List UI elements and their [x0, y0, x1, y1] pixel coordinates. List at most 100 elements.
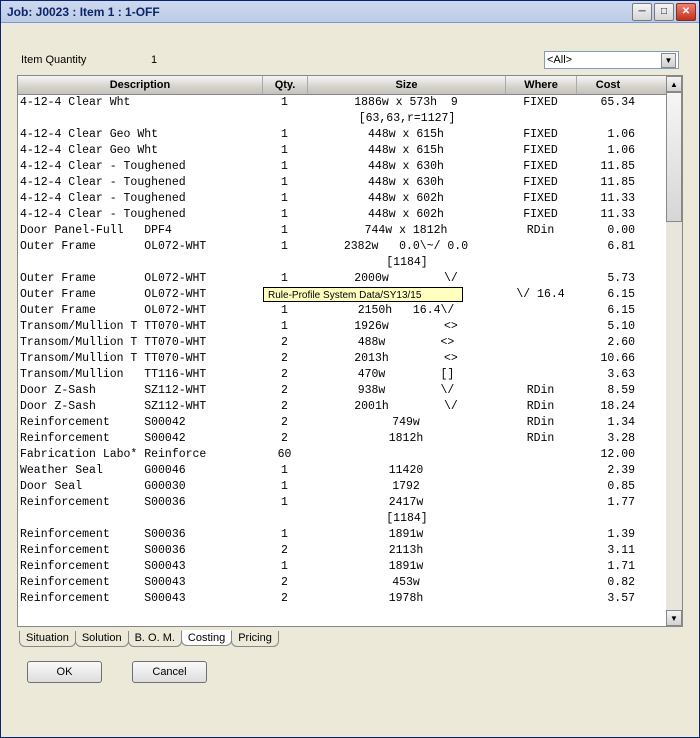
cancel-button[interactable]: Cancel [132, 661, 207, 683]
cell-size: 2382w 0.0\~/ 0.0 [308, 239, 506, 255]
cell-where [506, 447, 577, 463]
table-row[interactable]: Reinforcement S0003611891w1.39 [18, 527, 666, 543]
cell-cost: 1.34 [577, 415, 639, 431]
cell-qty: 60 [263, 447, 308, 463]
table-row[interactable]: 4-12-4 Clear - Toughened1448w x 602hFIXE… [18, 207, 666, 223]
vertical-scrollbar[interactable]: ▲ ▼ [666, 76, 682, 626]
table-row[interactable]: 4-12-4 Clear Wht11886w x 573h 9FIXED65.3… [18, 95, 666, 111]
cell-description: Reinforcement S00043 [18, 591, 263, 607]
cell-where [506, 367, 577, 383]
cell-qty: 1 [263, 559, 308, 575]
cell-where: FIXED [506, 95, 577, 111]
scroll-down-icon[interactable]: ▼ [666, 610, 682, 626]
table-row[interactable]: Transom/Mullion T TT070-WHT22013h <>10.6… [18, 351, 666, 367]
cell-qty: 2 [263, 351, 308, 367]
cell-where: FIXED [506, 175, 577, 191]
minimize-button[interactable]: ─ [632, 3, 652, 21]
cell-description: Outer Frame OL072-WHT [18, 303, 263, 319]
cell-size: 448w x 615h [308, 127, 506, 143]
cell-cost: 0.82 [577, 575, 639, 591]
col-where[interactable]: Where [506, 76, 577, 94]
filter-combo[interactable]: <All> ▼ [544, 51, 679, 69]
table-row[interactable]: Reinforcement S0004321978h3.57 [18, 591, 666, 607]
cell-description: Door Z-Sash SZ112-WHT [18, 383, 263, 399]
ok-button[interactable]: OK [27, 661, 102, 683]
cell-qty: 2 [263, 383, 308, 399]
table-row[interactable]: 4-12-4 Clear Geo Wht1448w x 615hFIXED1.0… [18, 143, 666, 159]
table-row[interactable]: Reinforcement S000422749wRDin1.34 [18, 415, 666, 431]
tab-solution[interactable]: Solution [75, 631, 129, 647]
cell-where: RDin [506, 415, 577, 431]
close-button[interactable]: ✕ [676, 3, 696, 21]
cell-qty: 1 [263, 463, 308, 479]
cell-where [506, 527, 577, 543]
table-row[interactable]: Transom/Mullion T TT070-WHT11926w <>5.10 [18, 319, 666, 335]
table-row[interactable]: 4-12-4 Clear - Toughened1448w x 602hFIXE… [18, 191, 666, 207]
cell-qty: 2 [263, 367, 308, 383]
table-subrow: [63,63,r=1127] [18, 111, 666, 127]
cell-where [506, 239, 577, 255]
table-row[interactable]: Reinforcement S000432453w0.82 [18, 575, 666, 591]
cell-size: 2001h \/ [308, 399, 506, 415]
chevron-down-icon[interactable]: ▼ [661, 53, 676, 68]
cell-description: Transom/Mullion TT116-WHT [18, 367, 263, 383]
col-qty[interactable]: Qty. [263, 76, 308, 94]
cell-description: 4-12-4 Clear - Toughened [18, 175, 263, 191]
table-row[interactable]: Weather Seal G000461114202.39 [18, 463, 666, 479]
cell-description: Door Panel-Full DPF4 [18, 223, 263, 239]
cell-qty: 2 [263, 431, 308, 447]
table-row[interactable]: Outer Frame OL072-WHT12150h 16.4\/6.15 [18, 303, 666, 319]
cell-where: FIXED [506, 143, 577, 159]
table-row[interactable]: Transom/Mullion T TT070-WHT2488w <>2.60 [18, 335, 666, 351]
col-size[interactable]: Size [308, 76, 506, 94]
cell-qty: 1 [263, 191, 308, 207]
table-row[interactable]: 4-12-4 Clear - Toughened1448w x 630hFIXE… [18, 159, 666, 175]
table-row[interactable]: Reinforcement S0003622113h3.11 [18, 543, 666, 559]
table-subrow: [1184] [18, 255, 666, 271]
cell-where [506, 463, 577, 479]
table-row[interactable]: Reinforcement S0004221812hRDin3.28 [18, 431, 666, 447]
cell-where [506, 335, 577, 351]
scroll-thumb[interactable] [666, 92, 682, 222]
table-row[interactable]: Outer Frame OL072-WHT12382w 0.0\~/ 0.06.… [18, 239, 666, 255]
cell-where: RDin [506, 223, 577, 239]
table-row[interactable]: Reinforcement S0003612417w1.77 [18, 495, 666, 511]
table-row[interactable]: Reinforcement S0004311891w1.71 [18, 559, 666, 575]
cell-where: FIXED [506, 207, 577, 223]
maximize-button[interactable]: □ [654, 3, 674, 21]
scroll-up-icon[interactable]: ▲ [666, 76, 682, 92]
cell-qty: 1 [263, 175, 308, 191]
cell-qty: 1 [263, 303, 308, 319]
col-cost[interactable]: Cost [577, 76, 639, 94]
table-row[interactable]: Outer Frame OL072-WHTRule-Profile System… [18, 287, 666, 303]
tab-bom[interactable]: B. O. M. [128, 631, 182, 647]
table-row[interactable]: 4-12-4 Clear - Toughened1448w x 630hFIXE… [18, 175, 666, 191]
table-row[interactable]: Door Seal G00030117920.85 [18, 479, 666, 495]
cell-size: 938w \/ [308, 383, 506, 399]
tab-costing[interactable]: Costing [181, 630, 232, 646]
button-row: OK Cancel [27, 661, 683, 683]
scroll-track[interactable] [666, 92, 682, 610]
grid-body: 4-12-4 Clear Wht11886w x 573h 9FIXED65.3… [18, 95, 666, 626]
window: Job: J0023 : Item 1 : 1-OFF ─ □ ✕ Item Q… [0, 0, 700, 738]
cell-size: 2000w \/ [308, 271, 506, 287]
table-row[interactable]: Door Z-Sash SZ112-WHT22001h \/RDin18.24 [18, 399, 666, 415]
tab-pricing[interactable]: Pricing [231, 631, 279, 647]
table-row[interactable]: Door Z-Sash SZ112-WHT2938w \/RDin8.59 [18, 383, 666, 399]
cell-description: Reinforcement S00042 [18, 431, 263, 447]
cell-where [506, 495, 577, 511]
table-row[interactable]: Fabrication Labo* Reinforce6012.00 [18, 447, 666, 463]
cell-cost: 3.28 [577, 431, 639, 447]
table-row[interactable]: Transom/Mullion TT116-WHT2470w []3.63 [18, 367, 666, 383]
col-description[interactable]: Description [18, 76, 263, 94]
table-row[interactable]: Outer Frame OL072-WHT12000w \/5.73 [18, 271, 666, 287]
cell-where: RDin [506, 399, 577, 415]
cell-description: Outer Frame OL072-WHT [18, 287, 263, 303]
cell-size [463, 287, 506, 303]
table-row[interactable]: Door Panel-Full DPF41744w x 1812hRDin0.0… [18, 223, 666, 239]
cell-size: 2113h [308, 543, 506, 559]
cell-qty: 1 [263, 271, 308, 287]
cell-where: \/ 16.4 [506, 287, 577, 303]
tab-situation[interactable]: Situation [19, 631, 76, 647]
table-row[interactable]: 4-12-4 Clear Geo Wht1448w x 615hFIXED1.0… [18, 127, 666, 143]
